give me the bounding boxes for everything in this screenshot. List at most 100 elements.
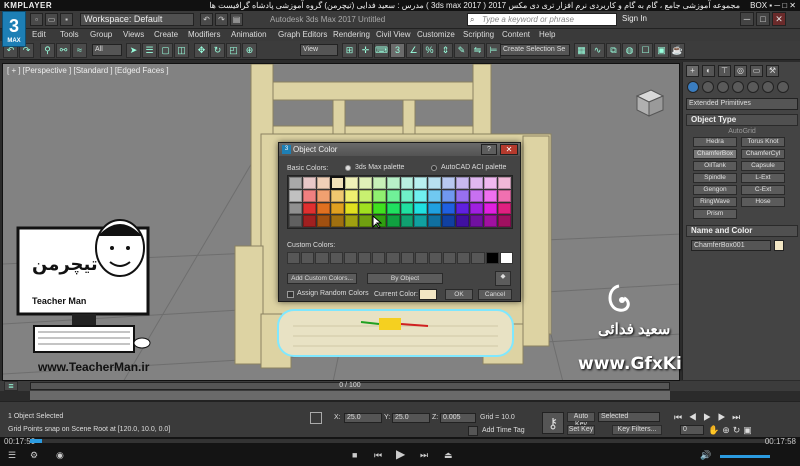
place-icon[interactable]: ⊕ bbox=[242, 43, 257, 58]
curve-editor-icon[interactable]: ∿ bbox=[590, 43, 605, 58]
palette-color-cell[interactable] bbox=[498, 177, 511, 189]
material-editor-icon[interactable]: ◍ bbox=[622, 43, 637, 58]
palette-color-cell[interactable] bbox=[344, 215, 358, 227]
cancel-button[interactable]: Cancel bbox=[478, 289, 512, 300]
menu-tools[interactable]: Tools bbox=[60, 30, 79, 39]
palette-color-cell[interactable] bbox=[414, 189, 428, 202]
rectangular-selection-icon[interactable]: ▢ bbox=[158, 43, 173, 58]
torus-knot-button[interactable]: Torus Knot bbox=[741, 137, 785, 147]
palette-color-cell[interactable] bbox=[428, 189, 442, 202]
palette-color-cell[interactable] bbox=[470, 177, 484, 189]
palette-color-cell[interactable] bbox=[470, 215, 484, 227]
palette-color-cell[interactable] bbox=[330, 202, 344, 215]
viewport-label[interactable]: [ + ] [Perspective ] [Standard ] [Edged … bbox=[7, 66, 169, 75]
palette-color-cell[interactable] bbox=[289, 202, 302, 215]
palette-color-cell[interactable] bbox=[400, 202, 414, 215]
palette-color-cell[interactable] bbox=[289, 177, 302, 189]
display-tab-icon[interactable]: ▭ bbox=[750, 65, 763, 77]
custom-color-cell[interactable] bbox=[372, 252, 386, 264]
maximize-icon[interactable]: □ bbox=[756, 12, 770, 26]
custom-color-cell[interactable] bbox=[301, 252, 315, 264]
set-key-button[interactable]: Set Key bbox=[567, 425, 595, 435]
palette-color-cell[interactable] bbox=[302, 215, 316, 227]
oiltank-button[interactable]: OilTank bbox=[693, 161, 737, 171]
rendered-frame-icon[interactable]: ▣ bbox=[654, 43, 669, 58]
utilities-tab-icon[interactable]: ⚒ bbox=[766, 65, 779, 77]
palette-color-cell[interactable] bbox=[358, 215, 372, 227]
palette-color-cell[interactable] bbox=[358, 202, 372, 215]
palette-color-cell[interactable] bbox=[372, 177, 386, 189]
lock-selection-icon[interactable] bbox=[310, 412, 322, 424]
select-scale-icon[interactable]: ◰ bbox=[226, 43, 241, 58]
select-move-icon[interactable]: ✥ bbox=[194, 43, 209, 58]
by-object-button[interactable]: By Object bbox=[367, 273, 443, 284]
palette-color-cell[interactable] bbox=[428, 215, 442, 227]
menu-graph-editors[interactable]: Graph Editors bbox=[278, 30, 327, 39]
window-crossing-icon[interactable]: ◫ bbox=[174, 43, 189, 58]
selected-dropdown[interactable]: Selected bbox=[598, 412, 660, 422]
select-object-icon[interactable]: ➤ bbox=[126, 43, 141, 58]
palette-color-cell[interactable] bbox=[470, 202, 484, 215]
palette-color-cell[interactable] bbox=[442, 177, 456, 189]
palette-color-cell[interactable] bbox=[456, 189, 470, 202]
menu-help[interactable]: Help bbox=[539, 30, 555, 39]
prev-icon[interactable]: ⏮ bbox=[374, 450, 382, 461]
menu-animation[interactable]: Animation bbox=[231, 30, 267, 39]
palette-color-cell[interactable] bbox=[484, 177, 498, 189]
custom-color-cell[interactable] bbox=[485, 252, 499, 264]
unlink-icon[interactable]: ⚯ bbox=[56, 43, 71, 58]
palette-color-cell[interactable] bbox=[316, 189, 330, 202]
gengon-button[interactable]: Gengon bbox=[693, 185, 737, 195]
current-frame-field[interactable]: 0 bbox=[680, 425, 704, 435]
palette-color-cell[interactable] bbox=[302, 177, 316, 189]
menu-modifiers[interactable]: Modifiers bbox=[188, 30, 220, 39]
capsule-button[interactable]: Capsule bbox=[741, 161, 785, 171]
custom-color-cell[interactable] bbox=[386, 252, 400, 264]
align-icon[interactable]: ⊨ bbox=[486, 43, 501, 58]
palette-color-cell[interactable] bbox=[400, 177, 414, 189]
percent-snap-icon[interactable]: % bbox=[422, 43, 437, 58]
playback-controls[interactable]: ⏮ ◀ ▶ ▶ ⏭ bbox=[674, 412, 742, 423]
current-color-swatch[interactable] bbox=[419, 289, 437, 300]
key-icon[interactable]: ⚷ bbox=[542, 412, 564, 434]
named-selection-sets-dropdown[interactable]: Create Selection Se bbox=[500, 44, 570, 56]
capture-icon[interactable]: ◉ bbox=[56, 450, 64, 461]
y-coordinate-field[interactable]: 25.0 bbox=[392, 413, 430, 423]
viewcube-icon[interactable] bbox=[631, 84, 667, 120]
modify-tab-icon[interactable]: ◐ bbox=[702, 65, 715, 77]
max-app-button[interactable]: 3 MAX bbox=[2, 11, 26, 47]
object-type-rollout[interactable]: Object Type bbox=[686, 114, 798, 126]
prism-button[interactable]: Prism bbox=[693, 209, 737, 219]
bind-space-warp-icon[interactable]: ≈ bbox=[72, 43, 87, 58]
helpers-icon[interactable] bbox=[747, 81, 759, 93]
dialog-close-button[interactable]: ✕ bbox=[500, 144, 518, 155]
edit-named-selection-icon[interactable]: ✎ bbox=[454, 43, 469, 58]
snap-toggle-icon[interactable]: 3 bbox=[390, 43, 405, 58]
help-button[interactable]: ? bbox=[481, 144, 497, 155]
autogrid-checkbox[interactable]: AutoGrid bbox=[686, 128, 798, 135]
palette-color-cell[interactable] bbox=[330, 189, 344, 202]
undo-quick-icon[interactable]: ↶ bbox=[200, 13, 213, 26]
hierarchy-tab-icon[interactable]: ⊤ bbox=[718, 65, 731, 77]
new-file-icon[interactable]: ▫ bbox=[30, 13, 43, 26]
palette-color-cell[interactable] bbox=[442, 215, 456, 227]
palette-color-cell[interactable] bbox=[442, 189, 456, 202]
systems-icon[interactable] bbox=[777, 81, 789, 93]
palette-color-cell[interactable] bbox=[428, 177, 442, 189]
custom-color-cell[interactable] bbox=[499, 252, 513, 264]
palette-color-cell[interactable] bbox=[386, 189, 400, 202]
palette-color-cell[interactable] bbox=[386, 215, 400, 227]
time-tag-icon[interactable] bbox=[468, 426, 478, 436]
spinner-snap-icon[interactable]: ⇕ bbox=[438, 43, 453, 58]
play-icon[interactable]: ▶ bbox=[396, 447, 405, 461]
palette-color-cell[interactable] bbox=[386, 202, 400, 215]
spacewarps-icon[interactable] bbox=[762, 81, 774, 93]
custom-color-cell[interactable] bbox=[457, 252, 471, 264]
selection-filter-dropdown[interactable]: All bbox=[92, 44, 122, 56]
navigation-controls[interactable]: ✋⊕↻▣ bbox=[708, 425, 755, 436]
track-bar[interactable] bbox=[30, 391, 670, 401]
keyboard-shortcut-icon[interactable]: ⌨ bbox=[374, 43, 389, 58]
schematic-view-icon[interactable]: ⧉ bbox=[606, 43, 621, 58]
custom-color-cell[interactable] bbox=[414, 252, 428, 264]
render-setup-icon[interactable]: ☐ bbox=[638, 43, 653, 58]
